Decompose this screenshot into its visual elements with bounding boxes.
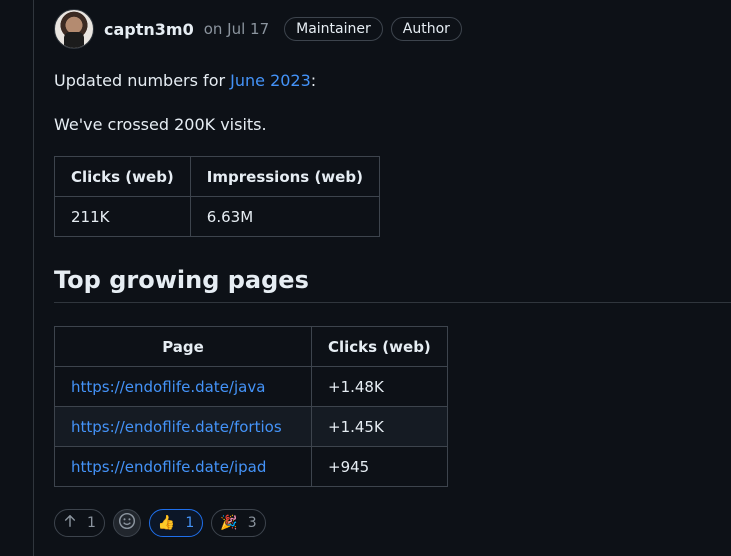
visits-text: We've crossed 200K visits. [54, 115, 267, 134]
add-reaction-button[interactable] [112, 509, 141, 537]
clicks-value: +1.45K [311, 406, 448, 447]
table-header-row: Clicks (web) Impressions (web) [54, 156, 380, 197]
comment-date[interactable]: on Jul 17 [204, 20, 269, 38]
page-link[interactable]: https://endoflife.date/java [71, 378, 265, 396]
thumbs-up-reaction[interactable]: 👍 1 [148, 509, 204, 537]
discussion-comment: captn3m0 on Jul 17 Maintainer Author Upd… [34, 0, 731, 556]
page-link[interactable]: https://endoflife.date/fortios [71, 418, 282, 436]
tada-count: 3 [247, 515, 257, 531]
thumbs-up-icon: 👍 [157, 515, 176, 531]
clicks-value: +945 [311, 446, 448, 487]
intro-prefix: Updated numbers for [54, 71, 231, 90]
table-row: https://endoflife.date/java +1.48K [54, 366, 448, 407]
clicks-value: 211K [54, 196, 191, 237]
thumbs-up-count: 1 [185, 515, 195, 531]
impressions-header: Impressions (web) [189, 156, 380, 197]
page-link[interactable]: https://endoflife.date/ipad [71, 458, 266, 476]
clicks-value: +1.48K [311, 366, 448, 407]
table-row: https://endoflife.date/ipad +945 [54, 446, 448, 487]
upvote-count: 1 [87, 515, 96, 531]
table-row: 211K 6.63M [54, 196, 380, 237]
arrow-up-icon [63, 514, 77, 532]
maintainer-badge: Maintainer [284, 17, 383, 41]
page-header: Page [54, 326, 312, 367]
comment-header: captn3m0 on Jul 17 Maintainer Author [54, 9, 462, 49]
intro-suffix: : [310, 71, 317, 90]
smiley-icon [118, 512, 136, 534]
intro-text: Updated numbers for June 2023: [54, 71, 316, 90]
pages-table: Page Clicks (web) https://endoflife.date… [54, 326, 448, 487]
tada-icon: 🎉 [220, 515, 238, 531]
author-badge: Author [390, 17, 462, 41]
section-heading: Top growing pages [54, 266, 731, 303]
reactions-bar: 1 👍 1 🎉 3 [54, 509, 274, 537]
clicks-header: Clicks (web) [54, 156, 191, 197]
upvote-button[interactable]: 1 [54, 509, 105, 537]
table-header-row: Page Clicks (web) [54, 326, 448, 367]
june-2023-link[interactable]: June 2023 [230, 71, 311, 90]
stats-table: Clicks (web) Impressions (web) 211K 6.63… [54, 156, 380, 237]
table-row: https://endoflife.date/fortios +1.45K [54, 406, 448, 447]
tada-reaction[interactable]: 🎉 3 [211, 509, 266, 537]
author-name[interactable]: captn3m0 [104, 20, 194, 39]
clicks-header: Clicks (web) [311, 326, 448, 367]
impressions-value: 6.63M [189, 196, 380, 237]
avatar[interactable] [54, 9, 94, 49]
